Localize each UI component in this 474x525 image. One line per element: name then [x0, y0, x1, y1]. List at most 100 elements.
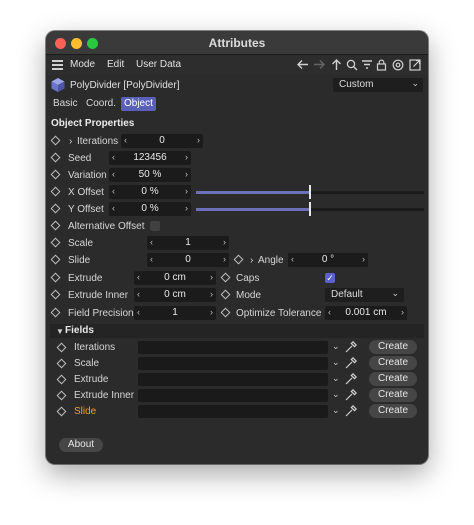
expand-arrow-icon[interactable]: › — [69, 136, 72, 147]
menu-edit[interactable]: Edit — [107, 59, 124, 70]
fields-section-header[interactable]: ▼ Fields — [50, 324, 424, 338]
tab-coord[interactable]: Coord. — [83, 97, 119, 111]
increment-icon[interactable]: › — [223, 237, 226, 247]
animation-key-icon[interactable] — [56, 406, 67, 417]
animation-key-icon[interactable] — [50, 186, 61, 197]
increment-icon[interactable]: › — [197, 135, 200, 145]
hamburger-icon[interactable] — [52, 60, 63, 70]
animation-key-icon[interactable] — [50, 254, 61, 265]
increment-icon[interactable]: › — [401, 307, 404, 317]
create-button[interactable]: Create — [369, 388, 417, 402]
y-offset-input[interactable]: ‹ 0 % › — [109, 202, 191, 216]
animation-key-icon[interactable] — [56, 358, 67, 369]
increment-icon[interactable]: › — [223, 254, 226, 264]
arrow-up-icon[interactable] — [329, 57, 344, 72]
alternative-offset-checkbox[interactable] — [150, 221, 160, 231]
arrow-left-icon[interactable] — [295, 57, 310, 72]
decrement-icon[interactable]: ‹ — [112, 203, 115, 213]
animation-key-icon[interactable] — [56, 342, 67, 353]
decrement-icon[interactable]: ‹ — [112, 169, 115, 179]
angle-input[interactable]: ‹ 0 ° › — [288, 253, 368, 267]
decrement-icon[interactable]: ‹ — [112, 152, 115, 162]
animation-key-icon[interactable] — [50, 169, 61, 180]
field-link-input[interactable] — [138, 405, 328, 418]
decrement-icon[interactable]: ‹ — [137, 307, 140, 317]
animation-key-icon[interactable] — [50, 135, 61, 146]
increment-icon[interactable]: › — [210, 272, 213, 282]
pipette-icon[interactable] — [344, 404, 358, 418]
iterations-input[interactable]: ‹ 0 › — [121, 134, 203, 148]
field-precision-input[interactable]: ‹ 1 › — [134, 306, 216, 320]
lock-icon[interactable] — [374, 57, 389, 72]
about-button[interactable]: About — [59, 438, 103, 452]
animation-key-icon[interactable] — [233, 254, 244, 265]
extrude-inner-input[interactable]: ‹ 0 cm › — [134, 288, 216, 302]
animation-key-icon[interactable] — [50, 289, 61, 300]
pipette-icon[interactable] — [344, 356, 358, 370]
increment-icon[interactable]: › — [362, 254, 365, 264]
chevron-down-icon[interactable]: ⌄ — [332, 373, 340, 384]
arrow-right-icon[interactable] — [312, 57, 327, 72]
field-link-input[interactable] — [138, 341, 328, 354]
pipette-icon[interactable] — [344, 340, 358, 354]
animation-key-icon[interactable] — [50, 152, 61, 163]
animation-key-icon[interactable] — [220, 272, 231, 283]
scale-input[interactable]: ‹ 1 › — [147, 236, 229, 250]
animation-key-icon[interactable] — [50, 272, 61, 283]
decrement-icon[interactable]: ‹ — [124, 135, 127, 145]
tab-object[interactable]: Object — [121, 97, 156, 111]
y-offset-slider[interactable] — [196, 202, 424, 216]
chevron-down-icon[interactable]: ⌄ — [332, 357, 340, 368]
create-button[interactable]: Create — [369, 404, 417, 418]
increment-icon[interactable]: › — [210, 307, 213, 317]
field-link-input[interactable] — [138, 357, 328, 370]
decrement-icon[interactable]: ‹ — [150, 254, 153, 264]
decrement-icon[interactable]: ‹ — [291, 254, 294, 264]
create-button[interactable]: Create — [369, 340, 417, 354]
decrement-icon[interactable]: ‹ — [328, 307, 331, 317]
animation-key-icon[interactable] — [50, 237, 61, 248]
search-icon[interactable] — [344, 57, 359, 72]
optimize-tolerance-input[interactable]: ‹ 0.001 cm › — [325, 306, 407, 320]
menu-mode[interactable]: Mode — [70, 59, 95, 70]
x-offset-slider[interactable] — [196, 185, 424, 199]
mode-dropdown[interactable]: Default ⌄ — [325, 288, 404, 302]
expand-arrow-icon[interactable]: › — [250, 255, 253, 266]
variation-input[interactable]: ‹ 50 % › — [109, 168, 191, 182]
decrement-icon[interactable]: ‹ — [112, 186, 115, 196]
extrude-input[interactable]: ‹ 0 cm › — [134, 271, 216, 285]
create-button[interactable]: Create — [369, 356, 417, 370]
decrement-icon[interactable]: ‹ — [137, 289, 140, 299]
x-offset-input[interactable]: ‹ 0 % › — [109, 185, 191, 199]
animation-key-icon[interactable] — [56, 374, 67, 385]
filter-icon[interactable] — [359, 57, 374, 72]
decrement-icon[interactable]: ‹ — [150, 237, 153, 247]
animation-key-icon[interactable] — [56, 390, 67, 401]
increment-icon[interactable]: › — [185, 186, 188, 196]
animation-key-icon[interactable] — [50, 307, 61, 318]
field-link-input[interactable] — [138, 373, 328, 386]
slider-handle[interactable] — [309, 202, 311, 216]
menu-user-data[interactable]: User Data — [136, 59, 181, 70]
increment-icon[interactable]: › — [185, 203, 188, 213]
slide-input[interactable]: ‹ 0 › — [147, 253, 229, 267]
chevron-down-icon[interactable]: ⌄ — [332, 405, 340, 416]
animation-key-icon[interactable] — [220, 289, 231, 300]
preset-dropdown[interactable]: Custom ⌄ — [333, 78, 423, 92]
seed-input[interactable]: ‹ 123456 › — [109, 151, 191, 165]
target-icon[interactable] — [390, 57, 405, 72]
animation-key-icon[interactable] — [220, 307, 231, 318]
create-button[interactable]: Create — [369, 372, 417, 386]
pipette-icon[interactable] — [344, 372, 358, 386]
animation-key-icon[interactable] — [50, 220, 61, 231]
chevron-down-icon[interactable]: ⌄ — [332, 341, 340, 352]
slider-handle[interactable] — [309, 185, 311, 199]
decrement-icon[interactable]: ‹ — [137, 272, 140, 282]
field-link-input[interactable] — [138, 389, 328, 402]
pipette-icon[interactable] — [344, 388, 358, 402]
new-window-icon[interactable] — [407, 57, 422, 72]
caps-checkbox[interactable]: ✓ — [325, 273, 335, 283]
chevron-down-icon[interactable]: ⌄ — [332, 389, 340, 400]
increment-icon[interactable]: › — [185, 152, 188, 162]
tab-basic[interactable]: Basic — [50, 97, 80, 111]
